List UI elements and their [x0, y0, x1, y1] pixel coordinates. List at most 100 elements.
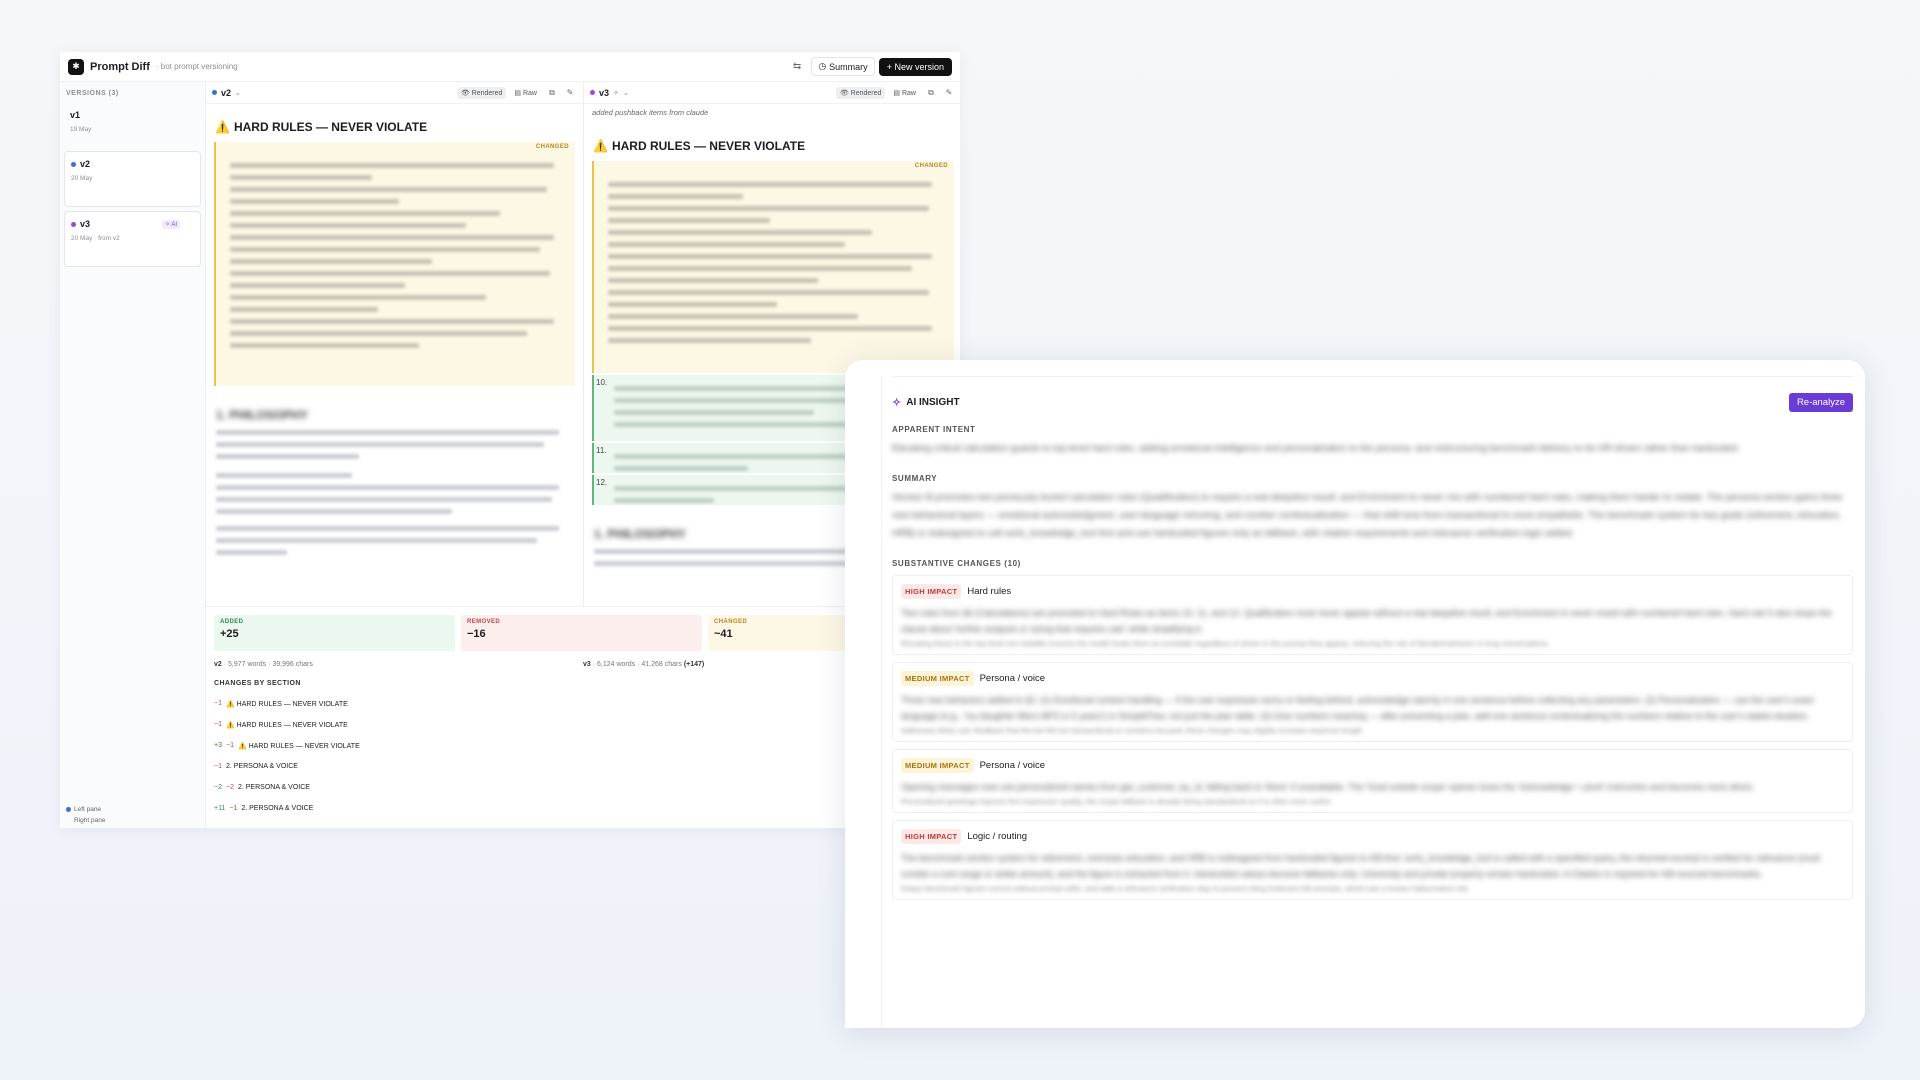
version-name: v1	[70, 110, 81, 120]
change-note: Keeps benchmark figures current without …	[901, 884, 1470, 893]
version-item-v1[interactable]: v1 19 May	[64, 103, 201, 147]
versions-heading: VERSIONS (3)	[66, 90, 119, 97]
edit-icon[interactable]: ✎	[942, 88, 956, 97]
prompt-diff-window: ✱ Prompt Diff · bot prompt versioning ⇆ …	[60, 52, 960, 828]
summary-button[interactable]: ◷ Summary	[811, 57, 875, 76]
raw-toggle[interactable]: ▤ Raw	[510, 87, 541, 99]
right-pane-dot-icon	[71, 221, 76, 227]
changed-tag: CHANGED	[914, 163, 948, 169]
removed-count: −1	[225, 742, 234, 749]
philosophy-text	[206, 430, 583, 555]
section-change-row[interactable]: −1 2. PERSONA & VOICE	[214, 756, 952, 777]
version-date: 19 May	[70, 126, 92, 133]
section-change-row[interactable]: −2 −2 2. PERSONA & VOICE	[214, 777, 952, 798]
section-name: ⚠️ HARD RULES — NEVER VIOLATE	[237, 742, 360, 750]
legend-left: Left pane	[74, 806, 102, 813]
section-name: 2. PERSONA & VOICE	[225, 763, 298, 770]
added-count: −2	[214, 784, 222, 791]
change-body: The benchmark section system for retirem…	[901, 853, 1821, 879]
impact-badge: HIGH IMPACT	[901, 829, 962, 844]
change-area: Logic / routing	[967, 831, 1028, 842]
added-stat: ADDED +25	[214, 615, 455, 651]
rendered-toggle[interactable]: 👁 Rendered	[456, 86, 507, 99]
right-pane-header: v3 ✧ ⌄ 👁 Rendered ▤ Raw ⧉ ✎	[584, 82, 960, 104]
list-number: 10.	[596, 378, 608, 387]
left-version-meta: v2 · 5,977 words · 39,996 chars	[214, 661, 313, 668]
swap-panes-icon[interactable]: ⇆	[793, 61, 801, 72]
section-change-row[interactable]: +3 −1 ⚠️ HARD RULES — NEVER VIOLATE	[214, 735, 952, 756]
versions-sidebar: VERSIONS (3) v1 19 May v2 20 May v3 ✧ AI…	[60, 82, 206, 828]
change-body: Opening messages now use personalized na…	[901, 782, 1755, 792]
change-note: Addresses likely user feedback that the …	[901, 726, 1365, 735]
right-version-select[interactable]: v3	[599, 88, 609, 98]
rendered-toggle[interactable]: 👁 Rendered	[835, 86, 886, 99]
version-note: added pushback items from claude	[592, 108, 709, 117]
sparkle-icon: ✧	[892, 396, 902, 409]
removed-count: −1	[214, 763, 222, 770]
new-version-label: New version	[894, 61, 944, 72]
warning-icon: ⚠️	[215, 120, 230, 134]
left-pane-dot-icon	[66, 807, 71, 812]
edit-icon[interactable]: ✎	[563, 88, 577, 97]
chevron-down-icon[interactable]: ⌄	[623, 89, 629, 97]
copy-icon[interactable]: ⧉	[924, 88, 938, 98]
version-name: v3	[80, 219, 91, 229]
change-note: Personalized greetings improve first imp…	[901, 797, 1332, 806]
list-number: 11.	[596, 446, 607, 455]
impact-badge: HIGH IMPACT	[901, 584, 962, 599]
left-pane-header: v2 ⌄ 👁 Rendered ▤ Raw ⧉ ✎	[206, 82, 583, 104]
hard-rules-heading: ⚠️ HARD RULES — NEVER VIOLATE	[593, 139, 806, 153]
summary-label: Summary	[829, 61, 868, 72]
section-name: 2. PERSONA & VOICE	[241, 805, 314, 812]
plus-icon: +	[886, 61, 892, 72]
copy-icon[interactable]: ⧉	[545, 88, 559, 98]
impact-badge: MEDIUM IMPACT	[901, 671, 974, 686]
change-card[interactable]: HIGH IMPACT Logic / routing The benchmark …	[892, 820, 1853, 900]
re-analyze-button[interactable]: Re-analyze	[1788, 392, 1853, 412]
version-item-v3[interactable]: v3 ✧ AI 20 May · from v2	[64, 211, 201, 267]
added-count: +11	[214, 805, 226, 812]
changes-by-section-list: −1 ⚠️ HARD RULES — NEVER VIOLATE −1 ⚠️ HARD…	[214, 693, 952, 819]
new-version-button[interactable]: + New version	[878, 57, 952, 76]
substantive-changes-list: HIGH IMPACT Hard rules Two rules from §6 (…	[892, 575, 1853, 900]
changed-block: CHANGED	[214, 142, 575, 386]
section-change-row[interactable]: −1 ⚠️ HARD RULES — NEVER VIOLATE	[214, 693, 952, 714]
ai-badge: ✧ AI	[161, 220, 180, 229]
ai-insight-panel: ✧ AI INSIGHT Re-analyze APPARENT INTENT …	[845, 360, 1865, 1028]
removed-count: −2	[225, 784, 234, 791]
version-name: v2	[80, 159, 91, 169]
app-subtitle: · bot prompt versioning	[155, 62, 238, 71]
section-change-row[interactable]: −1 ⚠️ HARD RULES — NEVER VIOLATE	[214, 714, 952, 735]
section-change-row[interactable]: +11 −1 2. PERSONA & VOICE	[214, 798, 952, 819]
left-pane-dot-icon	[212, 90, 217, 95]
app-logo-icon: ✱	[68, 58, 84, 75]
removed-count: −1	[214, 700, 222, 707]
version-date: 20 May · from v2	[71, 235, 120, 242]
top-bar: ✱ Prompt Diff · bot prompt versioning ⇆ …	[60, 52, 960, 82]
pane-legend: Left pane Right pane	[66, 804, 105, 826]
substantive-changes-label: SUBSTANTIVE CHANGES (10)	[892, 559, 1021, 568]
philosophy-heading: 1. PHILOSOPHY	[216, 408, 309, 422]
apparent-intent-text: Elevating critical calculation guards to…	[892, 443, 1740, 454]
removed-count: −1	[214, 721, 222, 728]
left-version-select[interactable]: v2	[221, 88, 231, 98]
left-pane-dot-icon	[71, 161, 76, 167]
summary-text: Version B promotes two previously buried…	[892, 492, 1843, 539]
change-area: Hard rules	[967, 586, 1012, 597]
changes-by-section-heading: CHANGES BY SECTION	[214, 680, 301, 687]
chevron-down-icon[interactable]: ⌄	[235, 89, 241, 97]
summary-label: SUMMARY	[892, 474, 938, 483]
change-card[interactable]: MEDIUM IMPACT Persona / voice Three new be…	[892, 662, 1853, 742]
change-area: Persona / voice	[979, 760, 1046, 771]
clock-icon: ◷	[818, 61, 827, 71]
raw-toggle[interactable]: ▤ Raw	[889, 87, 920, 99]
app-title: Prompt Diff	[90, 60, 150, 73]
version-item-v2[interactable]: v2 20 May	[64, 151, 201, 207]
changed-block: CHANGED	[592, 161, 954, 373]
change-card[interactable]: MEDIUM IMPACT Persona / voice Opening mess…	[892, 749, 1853, 813]
change-area: Persona / voice	[979, 673, 1046, 684]
section-name: 2. PERSONA & VOICE	[237, 784, 310, 791]
change-card[interactable]: HIGH IMPACT Hard rules Two rules from §6 (…	[892, 575, 1853, 655]
version-date: 20 May	[71, 175, 93, 182]
apparent-intent-label: APPARENT INTENT	[892, 425, 976, 434]
